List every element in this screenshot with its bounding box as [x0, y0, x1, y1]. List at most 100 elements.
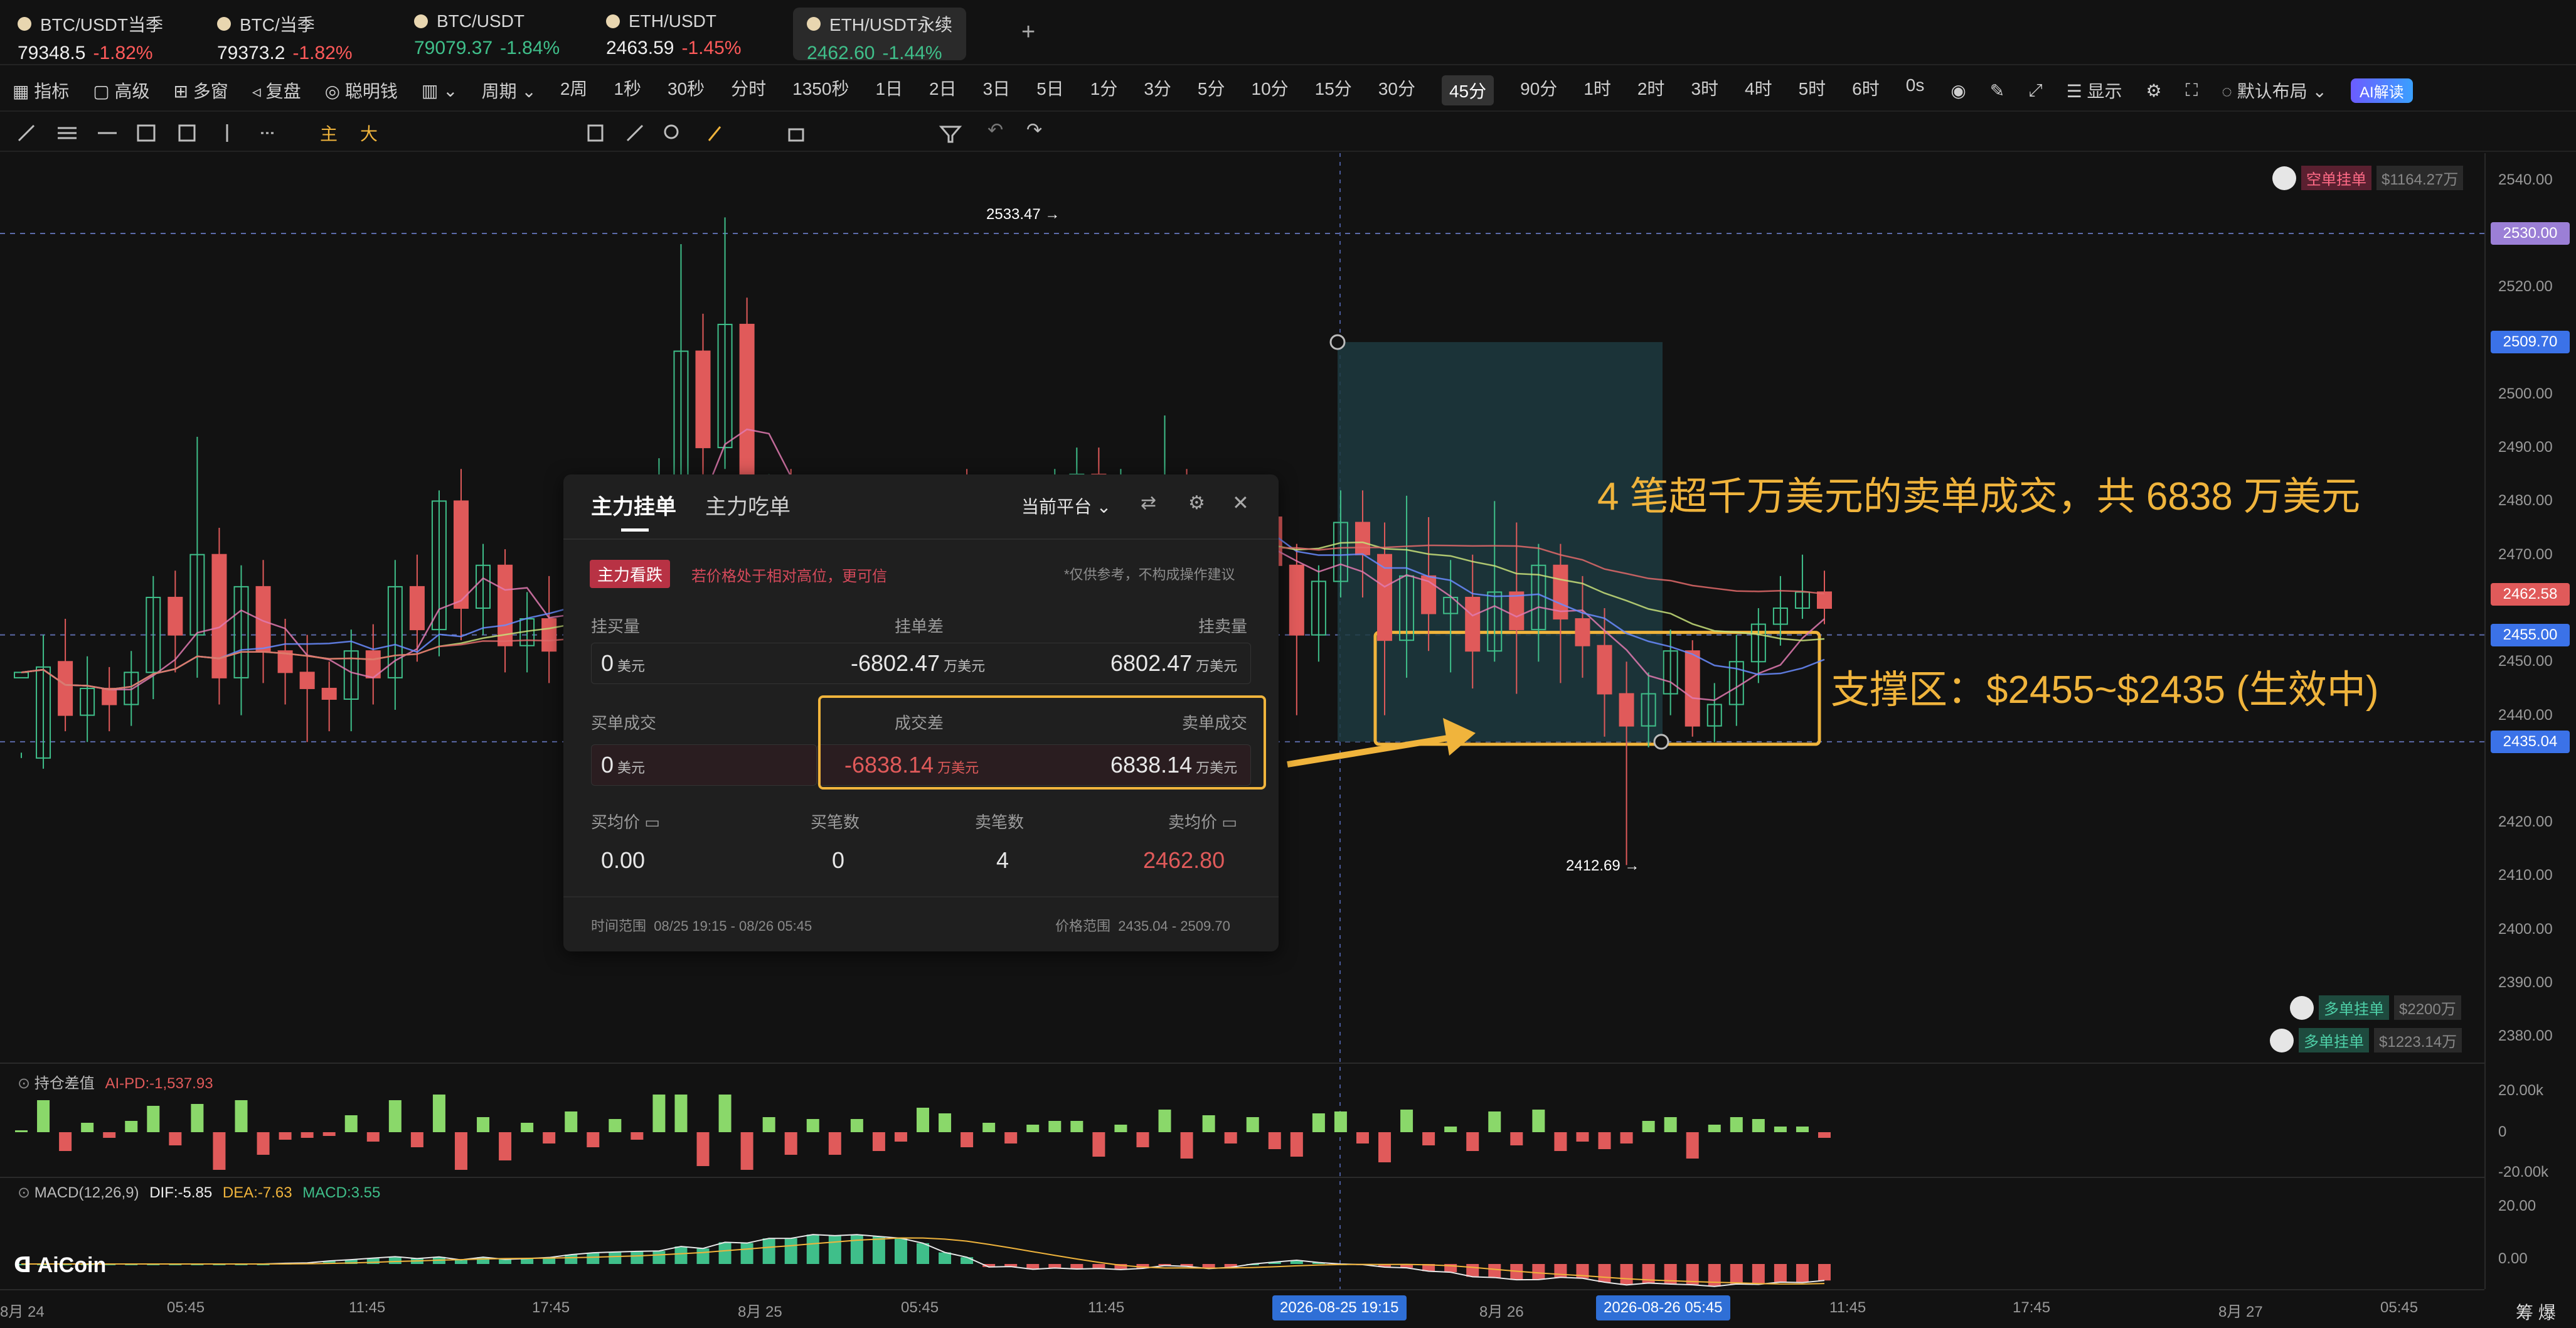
price-tick: 2500.00 — [2498, 385, 2553, 402]
oi-bar — [1202, 1115, 1215, 1132]
ticker-tab[interactable]: ETH/USDT 2463.59 -1.45% — [606, 0, 742, 65]
interval-item[interactable]: 45分 — [1441, 75, 1494, 105]
tab-main-trades[interactable]: 主力吃单 — [705, 490, 790, 520]
oi-bar — [631, 1132, 644, 1140]
oi-bar — [1752, 1119, 1765, 1132]
oi-bar — [410, 1132, 423, 1147]
big-order-tool[interactable]: 大 — [360, 120, 378, 146]
interval-item[interactable]: 30分 — [1378, 75, 1415, 105]
oi-indicator-label[interactable]: ⊙ 持仓差值 AI-PD:-1,537.93 — [18, 1071, 213, 1093]
settings-icon[interactable]: ⚙ — [1188, 492, 1205, 514]
replay-button[interactable]: ◃ 复盘 — [252, 78, 301, 103]
interval-item[interactable]: 1350秒 — [792, 75, 849, 105]
macd-bar — [762, 1238, 775, 1264]
interval-item[interactable]: 分时 — [731, 75, 766, 105]
oi-bar — [1708, 1125, 1721, 1132]
macd-bar — [1598, 1264, 1611, 1282]
macd-bar — [1708, 1264, 1721, 1287]
interval-item[interactable]: 0s — [1906, 75, 1925, 105]
platform-select[interactable]: 当前平台 ⌄ — [1021, 493, 1111, 518]
swap-icon[interactable]: ⇄ — [1141, 492, 1156, 514]
interval-item[interactable]: 1分 — [1090, 75, 1118, 105]
expand-icon[interactable]: ⤢ — [2028, 80, 2042, 101]
oi-bar — [279, 1132, 292, 1140]
interval-item[interactable]: 15分 — [1315, 75, 1352, 105]
close-icon[interactable]: ✕ — [1232, 491, 1249, 515]
interval-item[interactable]: 3时 — [1691, 75, 1718, 105]
chart-area[interactable]: 2533.47 → 2412.69 → 空单挂单 $1164.27万 多单挂单 … — [0, 153, 2484, 1289]
interval-item[interactable]: 1日 — [875, 75, 903, 105]
settings-icon[interactable]: ⚙ — [2146, 80, 2162, 101]
ticker-tab[interactable]: BTC/USDT当季 79348.5 -1.82% — [18, 0, 163, 65]
oi-bar — [543, 1132, 556, 1143]
oi-bar — [894, 1132, 907, 1142]
oi-bar — [850, 1119, 863, 1132]
oi-bar — [37, 1100, 50, 1132]
order-diff-value: -6802.47 万美元 — [851, 650, 986, 676]
main-force-tool[interactable]: 主 — [320, 120, 338, 146]
oi-bar — [1664, 1117, 1677, 1132]
time-tick: 17:45 — [2013, 1299, 2051, 1316]
ticker-tab[interactable]: BTC/当季 79373.2 -1.82% — [217, 0, 353, 65]
oi-bar — [674, 1095, 688, 1132]
macd-indicator-label[interactable]: ⊙ MACD(12,26,9) DIF:-5.85 DEA:-7.63 MACD… — [18, 1184, 380, 1202]
indicator-button[interactable]: ▦ 指标 — [13, 78, 69, 103]
interval-item[interactable]: 2周 — [560, 75, 588, 105]
macd-bar — [784, 1238, 797, 1264]
candle-body — [695, 350, 711, 449]
candle-body — [1509, 591, 1525, 631]
interval-item[interactable]: 2时 — [1637, 75, 1665, 105]
high-price-marker: 2533.47 → — [986, 206, 1060, 223]
ticker-tab[interactable]: ETH/USDT永续 2462.60 -1.44% — [793, 8, 967, 63]
ai-analysis-button[interactable]: AI解读 — [2350, 78, 2413, 103]
fullscreen-icon[interactable]: ⛶ — [2186, 80, 2198, 101]
advanced-button[interactable]: ▢ 高级 — [93, 78, 149, 103]
layout-button[interactable]: ◌ 默认布局 ⌄ — [2222, 78, 2327, 103]
pen-icon[interactable]: ✎ — [1990, 80, 2004, 101]
aicoin-logo: ᗡ AiCoin — [14, 1253, 107, 1277]
interval-item[interactable]: 10分 — [1252, 75, 1289, 105]
time-axis[interactable]: 8月 24 05:45 11:45 17:45 8月 25 05:45 11:45 8月 26… — [0, 1289, 2556, 1328]
undo-icon[interactable]: ↶ — [987, 119, 1003, 141]
oi-bar — [1466, 1132, 1479, 1151]
interval-item[interactable]: 2日 — [929, 75, 957, 105]
interval-item[interactable]: 5日 — [1036, 75, 1064, 105]
oi-bar — [982, 1123, 996, 1132]
interval-item[interactable]: 4时 — [1745, 75, 1772, 105]
multi-window-button[interactable]: ⊞ 多窗 — [174, 78, 228, 103]
interval-item[interactable]: 1秒 — [614, 75, 641, 105]
ticker-tab[interactable]: BTC/USDT 79079.37 -1.84% — [414, 0, 560, 65]
interval-item[interactable]: 1时 — [1583, 75, 1611, 105]
indicator-tick: 0.00 — [2498, 1250, 2528, 1267]
candle-body — [541, 618, 557, 652]
interval-item[interactable]: 5时 — [1799, 75, 1826, 105]
camera-icon[interactable]: ◉ — [1951, 80, 1966, 101]
chart-type-button[interactable]: ▥ ⌄ — [422, 80, 458, 101]
collapse-icon[interactable]: ⊙ — [18, 1184, 30, 1201]
add-tab-button[interactable]: + — [1021, 19, 1035, 46]
short-order-tag[interactable]: 空单挂单 $1164.27万 — [2272, 166, 2464, 190]
interval-item[interactable]: 30秒 — [668, 75, 705, 105]
candle-body — [1575, 618, 1590, 646]
collapse-icon[interactable]: ⊙ — [18, 1075, 30, 1092]
chip-explode-buttons[interactable]: 筹 爆 — [2516, 1299, 2556, 1324]
candle-body — [14, 672, 29, 678]
period-button[interactable]: 周期 ⌄ — [482, 78, 536, 103]
interval-item[interactable]: 3分 — [1144, 75, 1171, 105]
smart-money-button[interactable]: ◎ 聪明钱 — [325, 78, 398, 103]
display-button[interactable]: ☰ 显示 — [2067, 78, 2122, 103]
redo-icon[interactable]: ↷ — [1026, 119, 1042, 141]
candle-body — [299, 672, 315, 689]
candle-body — [453, 500, 469, 609]
price-axis[interactable]: 2540.00 2520.00 2500.00 2490.00 2480.00 2470.… — [2484, 153, 2576, 1289]
cat-avatar-icon — [2270, 1028, 2294, 1052]
oi-bar — [1774, 1127, 1787, 1132]
tab-main-orders[interactable]: 主力挂单 — [591, 490, 676, 520]
interval-item[interactable]: 5分 — [1198, 75, 1225, 105]
interval-item[interactable]: 6时 — [1852, 75, 1880, 105]
long-order-tag-1[interactable]: 多单挂单 $2200万 — [2290, 995, 2461, 1020]
time-tick: 17:45 — [532, 1299, 570, 1316]
interval-item[interactable]: 90分 — [1520, 75, 1557, 105]
long-order-tag-2[interactable]: 多单挂单 $1223.14万 — [2270, 1028, 2462, 1052]
interval-item[interactable]: 3日 — [983, 75, 1011, 105]
